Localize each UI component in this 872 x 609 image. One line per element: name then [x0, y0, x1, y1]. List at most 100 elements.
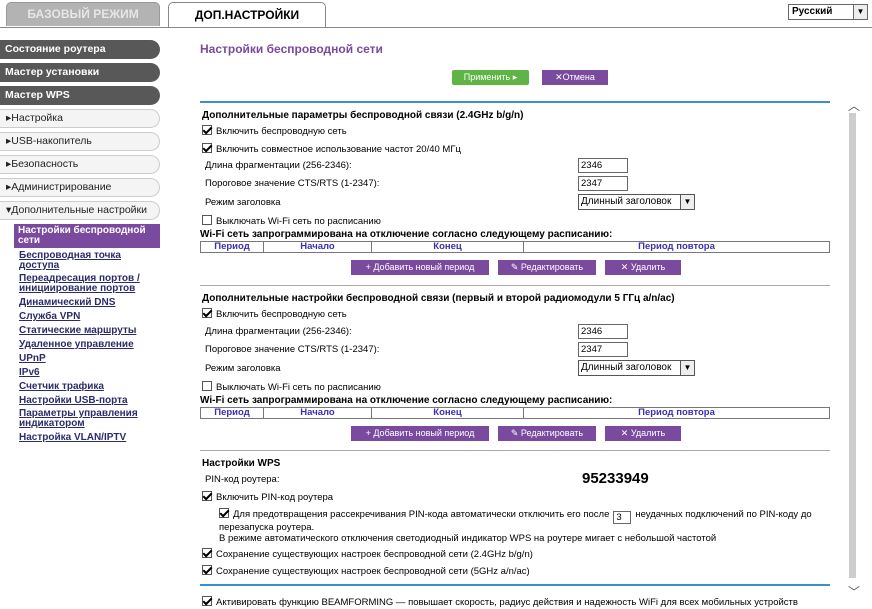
submenu-usb-settings[interactable]: Настройки USB-порта — [6, 394, 160, 408]
submenu-traffic-meter[interactable]: Счетчик трафика — [6, 380, 160, 394]
top-bar: БАЗОВЫЙ РЕЖИМ ДОП.НАСТРОЙКИ Русский ▼ — [0, 0, 872, 28]
cts-input-24[interactable]: 2347 — [578, 176, 628, 191]
col-period: Период — [201, 408, 264, 418]
coexist-row: Включить совместное использование частот… — [202, 143, 461, 155]
sidebar-item-setup[interactable]: ▸Настройка — [0, 109, 160, 128]
divider — [200, 450, 830, 451]
submenu-port-forwarding[interactable]: Переадресация портов / инициирование пор… — [6, 273, 160, 296]
col-start: Начало — [264, 408, 372, 418]
main-content: Настройки беспроводной сети Применить ▸ … — [187, 40, 847, 609]
divider — [200, 584, 830, 586]
schedule-label-5: Выключать Wi-Fi сеть по расписанию — [216, 382, 381, 393]
sidebar-item-security[interactable]: ▸Безопасность — [0, 155, 160, 174]
scrollbar-thumb[interactable] — [849, 113, 856, 578]
page-title: Настройки беспроводной сети — [200, 42, 383, 56]
frag-input-24[interactable]: 2346 — [578, 158, 628, 173]
preamble-value-5: Длинный заголовок — [581, 362, 672, 373]
edit-period-button-24[interactable]: ✎ Редактировать — [498, 260, 596, 275]
wps-pin-value: 95233949 — [582, 470, 649, 487]
section-title-24ghz: Дополнительные параметры беспроводной св… — [202, 110, 524, 121]
submenu-upnp[interactable]: UPnP — [6, 352, 160, 366]
scrollbar[interactable]: ︿ ﹀ — [847, 95, 872, 609]
submenu-static-routes[interactable]: Статические маршруты — [6, 324, 160, 338]
frag-label-24: Длина фрагментации (256-2346): — [205, 160, 352, 171]
sidebar-item-wps-wizard[interactable]: Мастер WPS — [0, 86, 160, 105]
sidebar-item-advanced-setup[interactable]: ▾Дополнительные настройки — [0, 201, 160, 220]
preamble-select-24[interactable]: Длинный заголовок ▼ — [578, 194, 695, 210]
submenu-dynamic-dns[interactable]: Динамический DNS — [6, 296, 160, 310]
schedule-table-5: Период Начало Конец Период повтора — [200, 407, 830, 419]
cts-input-5[interactable]: 2347 — [578, 342, 628, 357]
section-title-5ghz: Дополнительные настройки беспроводной св… — [202, 293, 675, 304]
chevron-down-icon: ▼ — [680, 361, 694, 375]
schedule-label-24: Выключать Wi-Fi сеть по расписанию — [216, 216, 381, 227]
language-select[interactable]: Русский ▼ — [788, 4, 868, 20]
enable-wifi-5-label: Включить беспроводную сеть — [216, 309, 347, 320]
language-value: Русский — [792, 6, 833, 17]
pin-protect-input[interactable]: 3 — [613, 511, 632, 524]
sidebar-item-administration[interactable]: ▸Администрирование — [0, 178, 160, 197]
sidebar: Состояние роутера Мастер установки Масте… — [0, 40, 160, 609]
keep-5-label: Сохранение существующих настроек беспров… — [216, 566, 530, 577]
delete-period-button-5[interactable]: ✕ Удалить — [605, 426, 681, 441]
enable-wifi-5-checkbox[interactable] — [202, 308, 212, 318]
coexist-checkbox[interactable] — [202, 143, 212, 153]
pin-protect-line2: перезапуска роутера. — [219, 522, 315, 533]
submenu-ipv6[interactable]: IPv6 — [6, 366, 160, 380]
cts-label-5: Пороговое значение CTS/RTS (1-2347): — [205, 344, 380, 355]
keep-24-label: Сохранение существующих настроек беспров… — [216, 549, 533, 560]
col-period: Период — [201, 242, 264, 252]
col-repeat: Период повтора — [638, 241, 715, 252]
sidebar-submenu: Настройки беспроводной сети Беспроводная… — [0, 224, 160, 445]
tab-advanced-settings[interactable]: ДОП.НАСТРОЙКИ — [168, 2, 326, 28]
divider — [200, 285, 830, 286]
chevron-down-icon: ▼ — [680, 195, 694, 209]
enable-pin-label: Включить PIN-код роутера — [216, 492, 334, 503]
keep-24-row: Сохранение существующих настроек беспров… — [202, 548, 533, 560]
col-end: Конец — [372, 242, 524, 252]
add-period-button-24[interactable]: + Добавить новый период — [351, 260, 489, 275]
frag-input-5[interactable]: 2346 — [578, 324, 628, 339]
pin-protect-text: Для предотвращения рассекречивания PIN-к… — [233, 509, 610, 520]
schedule-row-5: Выключать Wi-Fi сеть по расписанию — [202, 381, 381, 393]
tab-basic-mode[interactable]: БАЗОВЫЙ РЕЖИМ — [6, 2, 160, 26]
enable-pin-checkbox[interactable] — [202, 491, 212, 501]
submenu-vpn-service[interactable]: Служба VPN — [6, 310, 160, 324]
submenu-wireless-settings[interactable]: Настройки беспроводной сети — [14, 224, 160, 248]
cts-label-24: Пороговое значение CTS/RTS (1-2347): — [205, 178, 380, 189]
chevron-up-icon[interactable]: ︿ — [848, 97, 860, 114]
schedule-row-24: Выключать Wi-Fi сеть по расписанию — [202, 215, 381, 227]
beamforming-checkbox[interactable] — [202, 596, 212, 606]
keep-5-checkbox[interactable] — [202, 565, 212, 575]
pin-protect-checkbox[interactable] — [219, 508, 229, 518]
submenu-vlan-iptv[interactable]: Настройка VLAN/IPTV — [6, 431, 160, 445]
pin-protect-suffix: неудачных подключений по PIN-коду до — [635, 509, 812, 520]
col-start: Начало — [264, 242, 372, 252]
sidebar-item-setup-wizard[interactable]: Мастер установки — [0, 63, 160, 82]
schedule-checkbox-24[interactable] — [202, 215, 212, 225]
apply-button[interactable]: Применить ▸ — [452, 70, 529, 85]
add-period-button-5[interactable]: + Добавить новый период — [351, 426, 489, 441]
enable-wifi-24-checkbox[interactable] — [202, 125, 212, 135]
cancel-button[interactable]: ✕Отмена — [542, 70, 608, 85]
submenu-led-control[interactable]: Параметры управления индикатором — [6, 408, 160, 431]
preamble-select-5[interactable]: Длинный заголовок ▼ — [578, 360, 695, 376]
divider — [200, 101, 830, 103]
wps-section-title: Настройки WPS — [202, 458, 281, 469]
keep-24-checkbox[interactable] — [202, 548, 212, 558]
submenu-remote-management[interactable]: Удаленное управление — [6, 338, 160, 352]
preamble-label-5: Режим заголовка — [205, 363, 281, 374]
delete-period-button-24[interactable]: ✕ Удалить — [605, 260, 681, 275]
tab-divider — [0, 27, 872, 28]
submenu-wireless-ap[interactable]: Беспроводная точка доступа — [6, 250, 160, 273]
beamforming-label: Активировать функцию BEAMFORMING — повыш… — [216, 597, 798, 608]
frag-label-5: Длина фрагментации (256-2346): — [205, 326, 352, 337]
sidebar-item-router-status[interactable]: Состояние роутера — [0, 40, 160, 59]
schedule-table-24: Период Начало Конец Период повтора — [200, 241, 830, 253]
chevron-down-icon[interactable]: ﹀ — [848, 583, 860, 600]
coexist-label: Включить совместное использование частот… — [216, 144, 461, 155]
schedule-note-24: Wi-Fi сеть запрограммирована на отключен… — [200, 229, 613, 240]
sidebar-item-usb-storage[interactable]: ▸USB-накопитель — [0, 132, 160, 151]
schedule-checkbox-5[interactable] — [202, 381, 212, 391]
edit-period-button-5[interactable]: ✎ Редактировать — [498, 426, 596, 441]
